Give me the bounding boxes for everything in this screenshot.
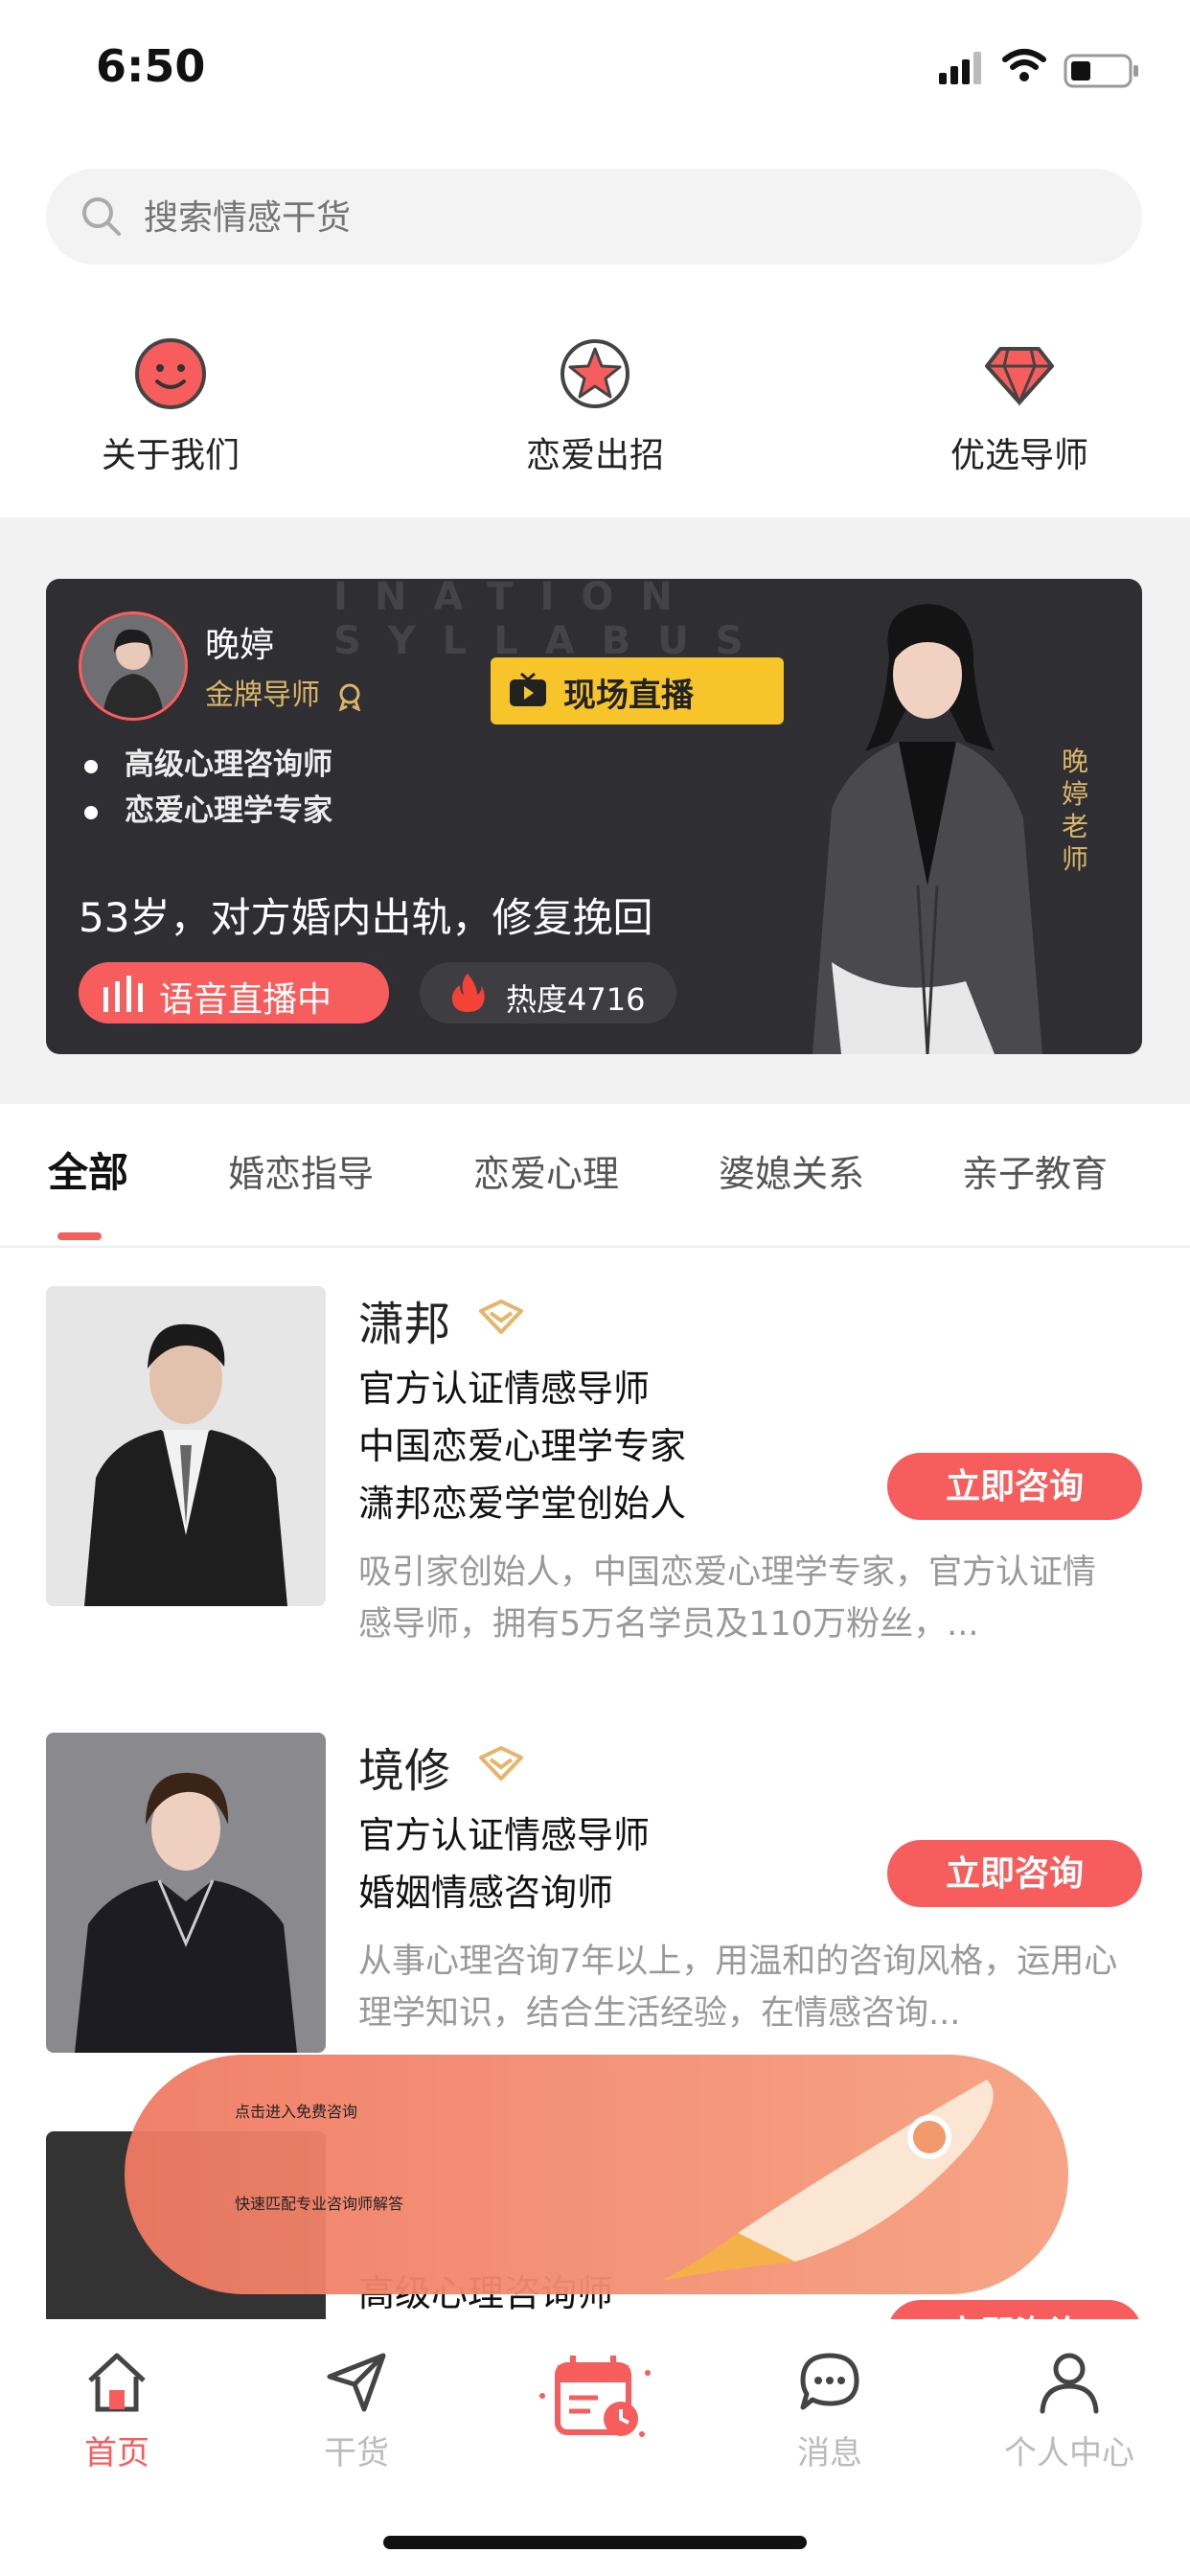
- quick-action-label: 恋爱出招: [525, 436, 664, 475]
- fire-icon: [451, 974, 485, 1012]
- banner-headline: 53岁，对方婚内出轨，修复挽回: [79, 894, 653, 941]
- search-icon: [82, 197, 121, 236]
- avatar: [79, 611, 188, 721]
- consult-button[interactable]: 立即咨询: [887, 2300, 1142, 2319]
- category-tabs: 全部 婚恋指导 恋爱心理 婆媳关系 亲子教育: [0, 1104, 1190, 1248]
- promo-subtitle: 快速匹配专业咨询师解答: [235, 2195, 404, 2213]
- tab-love-psychology[interactable]: 恋爱心理: [473, 1144, 619, 1197]
- live-label: 现场直播: [563, 677, 694, 715]
- mentor-description: 从事心理咨询7年以上，用温和的咨询风格，运用心理学知识，结合生活经验，在情感咨询…: [358, 1943, 1118, 2033]
- mentor-name: 潇邦: [358, 1298, 451, 1351]
- tabbar-label: 消息: [797, 2434, 862, 2472]
- tabbar-messages[interactable]: 消息: [734, 2348, 926, 2473]
- live-banner[interactable]: INATION SYLLABUS 晚婷 金牌导师 高级心理咨询师 恋爱心理学专家…: [46, 579, 1142, 1054]
- home-indicator: [383, 2536, 807, 2549]
- tabbar-label: 个人中心: [1004, 2434, 1134, 2472]
- tabbar-home[interactable]: 首页: [21, 2348, 213, 2473]
- quick-action-about[interactable]: 关于我们: [27, 335, 314, 477]
- heat-label: 热度4716: [506, 981, 646, 1018]
- chat-icon: [800, 2353, 859, 2410]
- banner-item: 高级心理咨询师: [84, 740, 332, 783]
- consult-button[interactable]: 立即咨询: [887, 1453, 1142, 1520]
- crown-badge-icon: [479, 1300, 523, 1334]
- medal-icon: [337, 683, 361, 712]
- mentor-card[interactable]: 潇邦 官方认证情感导师 中国恋爱心理学专家 潇邦恋爱学堂创始人 立即咨询 吸引家…: [0, 1286, 1190, 1689]
- mentor-photo: [46, 1733, 326, 2053]
- calendar-icon: [539, 2356, 651, 2437]
- crown-badge-icon: [479, 1746, 523, 1781]
- tab-all[interactable]: 全部: [48, 1140, 128, 1199]
- quick-action-mentors[interactable]: 优选导师: [876, 335, 1163, 477]
- status-bar: 6:50: [0, 0, 1190, 144]
- tab-parenting[interactable]: 亲子教育: [962, 1144, 1108, 1197]
- mentor-name: 境修: [358, 1744, 451, 1798]
- status-time: 6:50: [96, 40, 206, 92]
- home-icon: [88, 2353, 146, 2412]
- tabbar-articles[interactable]: 干货: [261, 2348, 452, 2473]
- promo-title: 点击进入免费咨询: [235, 2103, 358, 2121]
- quick-action-label: 优选导师: [950, 436, 1088, 475]
- tv-icon: [510, 672, 546, 706]
- search-bar[interactable]: [46, 169, 1142, 264]
- tabbar-label: 干货: [324, 2434, 389, 2472]
- tabbar-profile[interactable]: 个人中心: [973, 2348, 1165, 2473]
- paper-plane-icon: [327, 2353, 386, 2412]
- quick-action-love-tips[interactable]: 恋爱出招: [451, 335, 739, 477]
- voice-live-button[interactable]: 语音直播中: [79, 962, 389, 1024]
- person-icon: [1040, 2353, 1099, 2414]
- mentor-photo: [812, 604, 1042, 1054]
- tab-indicator: [57, 1232, 102, 1240]
- search-input[interactable]: [142, 188, 1008, 247]
- voice-label: 语音直播中: [159, 980, 332, 1020]
- tab-marriage-guidance[interactable]: 婚恋指导: [228, 1144, 374, 1197]
- mentor-description: 吸引家创始人，中国恋爱心理学专家，官方认证情感导师，拥有5万名学员及110万粉丝…: [358, 1553, 1097, 1644]
- banner-mentor-title: 金牌导师: [205, 671, 364, 713]
- mentor-photo: [46, 1286, 326, 1606]
- consult-button[interactable]: 立即咨询: [887, 1840, 1142, 1907]
- mentor-credential: 官方认证情感导师: [358, 1814, 651, 1856]
- tabbar-schedule[interactable]: [500, 2338, 692, 2457]
- battery-icon: [1064, 54, 1138, 88]
- mentor-card[interactable]: 境修 官方认证情感导师 婚姻情感咨询师 立即咨询 从事心理咨询7年以上，用温和的…: [0, 1733, 1190, 2058]
- quick-action-label: 关于我们: [101, 436, 240, 475]
- wifi-icon: [1002, 49, 1046, 81]
- banner-item: 恋爱心理学专家: [84, 786, 332, 829]
- mentor-credential: 官方认证情感导师: [358, 1368, 651, 1410]
- live-badge: 现场直播: [491, 657, 784, 724]
- promo-background: [125, 2055, 1068, 2294]
- mentor-credential: 婚姻情感咨询师: [358, 1872, 614, 1914]
- mentor-credential: 中国恋爱心理学专家: [358, 1425, 687, 1467]
- sound-wave-icon: [103, 976, 143, 1012]
- tab-in-law-relations[interactable]: 婆媳关系: [719, 1144, 864, 1197]
- banner-mentor-name: 晚婷: [205, 626, 275, 665]
- mentor-credential: 潇邦恋爱学堂创始人: [358, 1483, 687, 1525]
- smiley-icon: [135, 338, 206, 409]
- diamond-icon: [985, 347, 1054, 406]
- tabbar-label: 首页: [84, 2434, 149, 2472]
- star-icon: [561, 339, 629, 408]
- banner-vertical-label: 晚婷老师: [1062, 746, 1089, 875]
- signal-icon: [939, 52, 981, 84]
- heat-badge: 热度4716: [420, 962, 676, 1024]
